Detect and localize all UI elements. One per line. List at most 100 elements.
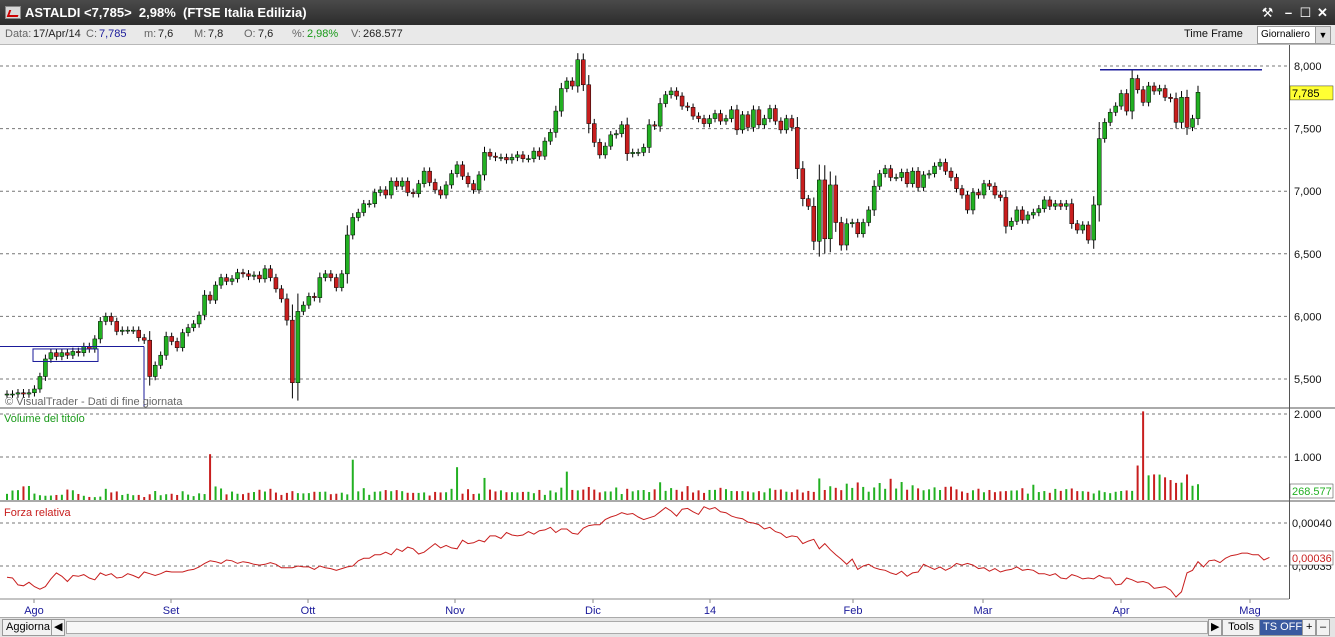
x-tick-label: Dic [585,605,601,617]
zoom-in-button[interactable]: + [1302,619,1317,636]
volume-bar-up [1120,491,1123,500]
zoom-out-button[interactable]: – [1316,619,1331,636]
candle-up [553,110,559,133]
volume-bar-down [335,493,338,500]
last-volume-badge: 268.577 [1292,486,1332,498]
volume-bar-up [763,492,766,500]
candle-down [904,172,910,184]
candle-down [147,339,152,377]
volume-bar-up [99,496,102,500]
candle-up [871,185,877,211]
volume-bar-up [1032,484,1035,500]
candle-down [998,194,1003,198]
candle-down [405,180,410,193]
candle-down [114,321,120,332]
candle-up [235,272,240,280]
x-tick-label: Ago [24,605,44,617]
volume-bar-up [637,490,640,500]
volume-bar-up [928,489,931,500]
volume-bar-up [1010,490,1013,500]
candle-up [849,222,855,225]
volume-bar-up [6,493,8,500]
candle-down [811,205,817,242]
volume-bar-down [488,489,491,500]
volume-bars [6,411,1199,500]
volume-bar-up [302,493,305,500]
volume-bar-down [1175,482,1178,500]
candle-up [729,109,734,119]
ts-off-button[interactable]: TS OFF [1259,619,1307,636]
volume-bar-down [1076,491,1079,500]
candle-down [718,113,723,122]
scroll-right-icon[interactable]: ▶ [1208,619,1223,636]
volume-bar-down [757,491,760,500]
volume-bar-up [423,492,426,500]
volume-bar-up [659,482,662,500]
volume-bar-down [1087,491,1090,500]
volume-bar-down [1186,474,1189,500]
volume-bar-down [77,493,80,500]
candle-up [399,180,405,187]
volume-bar-down [834,487,837,500]
candle-down [778,120,784,131]
candle-down [460,164,465,177]
volume-bar-down [1059,490,1062,500]
candle-up [37,376,43,390]
scroll-left-icon[interactable]: ◀ [51,619,66,636]
volume-bar-down [1164,477,1167,500]
volume-bar-down [439,492,442,500]
last-rs-badge: 0,00036 [1292,553,1332,565]
candle-down [915,170,921,188]
volume-bar-up [724,489,727,500]
volume-bar-up [1197,484,1199,500]
candle-down [976,192,981,196]
candle-down [1151,85,1157,92]
candle-down [570,80,575,87]
volume-bar-up [708,489,711,500]
candle-up [844,223,849,246]
volume-bar-up [132,495,135,500]
candle-down [789,118,795,128]
volume-bar-down [582,489,585,500]
candle-up [163,336,169,356]
volume-bar-down [22,486,25,500]
volume-tick-label: 1.000 [1294,452,1322,464]
candle-up [26,392,32,395]
candle-up [630,152,635,154]
candle-down [334,277,339,288]
candle-up [860,222,866,235]
rs-panel-title: Forza relativa [4,507,71,519]
candle-down [21,392,26,395]
candle-up [323,273,328,278]
candle-down [756,109,762,126]
candle-down [246,273,251,277]
volume-bar-down [779,489,782,500]
horizontal-scrollbar[interactable] [66,621,1208,634]
candle-down [992,185,998,196]
candle-down [109,316,114,322]
candle-down [410,192,416,194]
volume-bar-down [796,489,799,500]
volume-bar-down [950,486,953,500]
candle-down [800,168,806,199]
candle-up [10,393,15,396]
volume-bar-down [1169,480,1172,500]
candle-up [388,180,394,196]
price-tick-label: 7,000 [1294,186,1322,198]
price-tick-label: 6,000 [1294,311,1322,323]
x-tick-label: Feb [844,605,863,617]
candle-up [635,152,641,154]
volume-bar-down [719,487,722,500]
refresh-button[interactable]: Aggiorna [2,619,55,636]
volume-bar-down [329,494,332,500]
candle-down [674,90,679,97]
volume-bar-up [845,483,848,500]
volume-bar-down [428,495,431,500]
candle-up [1195,92,1201,119]
volume-bar-up [38,495,41,500]
candles [4,53,1201,401]
volume-bar-up [1114,491,1117,500]
volume-bar-down [906,489,909,500]
tools-button[interactable]: Tools [1222,619,1260,636]
candle-down [383,189,388,196]
